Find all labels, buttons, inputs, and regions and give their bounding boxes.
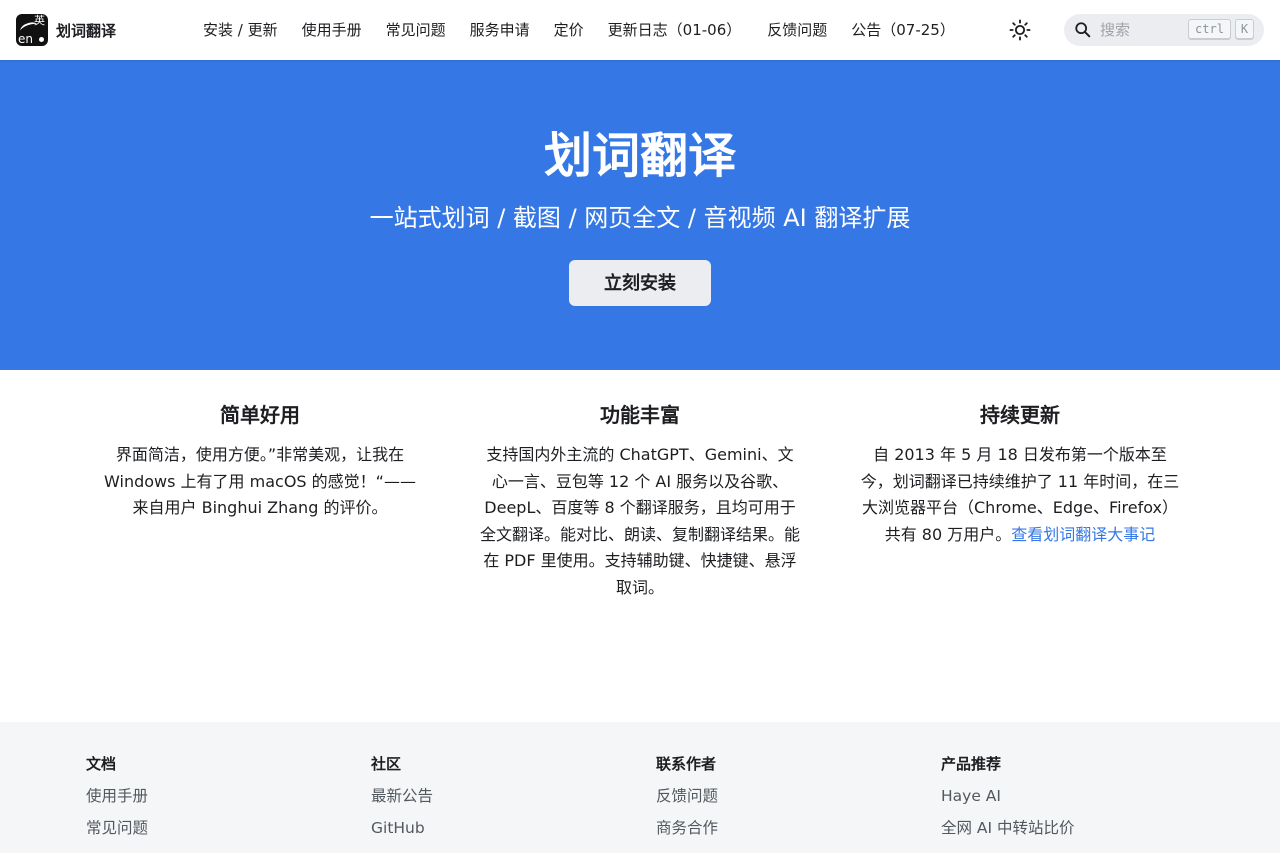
footer-link-faq[interactable]: 常见问题 [86,816,371,840]
hero-subtitle: 一站式划词 / 截图 / 网页全文 / 音视频 AI 翻译扩展 [369,204,911,232]
footer-link-github[interactable]: GitHub [371,816,656,840]
footer-link-announcements[interactable]: 最新公告 [371,784,656,808]
footer-link-feedback[interactable]: 反馈问题 [656,784,941,808]
navbar: 英 en 划词翻译 安装 / 更新 使用手册 常见问题 服务申请 定价 更新日志… [0,0,1280,60]
install-button[interactable]: 立刻安装 [569,260,711,306]
hero-banner: 划词翻译 一站式划词 / 截图 / 网页全文 / 音视频 AI 翻译扩展 立刻安… [0,60,1280,370]
feature-description: 支持国内外主流的 ChatGPT、Gemini、文心一言、豆包等 12 个 AI… [480,445,801,597]
nav-link-manual[interactable]: 使用手册 [290,0,374,60]
search-box[interactable]: ctrl K [1064,14,1264,46]
feature-description: 界面简洁，使用方便。”非常美观，让我在 Windows 上有了用 macOS 的… [104,445,416,517]
nav-link-install[interactable]: 安装 / 更新 [191,0,290,60]
footer-column-title: 文档 [86,755,117,773]
footer-column-title: 联系作者 [656,755,717,773]
footer-column-contact: 联系作者 反馈问题 商务合作 [656,752,941,840]
feature-title: 功能丰富 [600,403,680,427]
nav-link-changelog[interactable]: 更新日志（01-06） [596,0,754,60]
footer-column-docs: 文档 使用手册 常见问题 [86,752,371,840]
feature-rich: 功能丰富 支持国内外主流的 ChatGPT、Gemini、文心一言、豆包等 12… [480,400,800,601]
feature-simple: 简单好用 界面简洁，使用方便。”非常美观，让我在 Windows 上有了用 ma… [100,400,420,522]
footer-column-community: 社区 最新公告 GitHub [371,752,656,840]
brand-title: 划词翻译 [56,21,117,40]
footer: 文档 使用手册 常见问题 社区 最新公告 GitHub 联系作者 反馈问题 商务… [0,722,1280,853]
footer-link-business[interactable]: 商务合作 [656,816,941,840]
theme-toggle-button[interactable] [1006,16,1034,44]
logo-text-bottom: en [18,32,33,46]
nav-link-faq[interactable]: 常见问题 [374,0,458,60]
feature-updates: 持续更新 自 2013 年 5 月 18 日发布第一个版本至今，划词翻译已持续维… [860,400,1180,548]
footer-column-products: 产品推荐 Haye AI 全网 AI 中转站比价 [941,752,1226,840]
brand-home-link[interactable]: 英 en 划词翻译 [16,14,116,46]
nav-link-announcement[interactable]: 公告（07-25） [839,0,967,60]
footer-link-haye-ai[interactable]: Haye AI [941,784,1226,808]
search-input[interactable] [1100,14,1180,46]
logo-icon: 英 en [16,14,48,46]
feature-description-wrapper: 自 2013 年 5 月 18 日发布第一个版本至今，划词翻译已持续维护了 11… [860,442,1180,548]
shortcut-key-k: K [1235,19,1254,40]
nav-link-pricing[interactable]: 定价 [542,0,596,60]
search-icon [1075,22,1091,38]
hero-title: 划词翻译 [543,128,736,184]
feature-title: 简单好用 [220,403,300,427]
milestones-link[interactable]: 查看划词翻译大事记 [1011,525,1155,544]
footer-link-manual[interactable]: 使用手册 [86,784,371,808]
nav-links: 安装 / 更新 使用手册 常见问题 服务申请 定价 更新日志（01-06） 反馈… [191,0,967,60]
sun-icon [1009,19,1031,41]
feature-title: 持续更新 [980,403,1060,427]
shortcut-key-ctrl: ctrl [1188,19,1231,40]
footer-column-title: 社区 [371,755,402,773]
footer-column-title: 产品推荐 [941,755,1002,773]
nav-link-feedback[interactable]: 反馈问题 [755,0,839,60]
footer-link-ai-compare[interactable]: 全网 AI 中转站比价 [941,816,1226,840]
nav-link-service[interactable]: 服务申请 [458,0,542,60]
